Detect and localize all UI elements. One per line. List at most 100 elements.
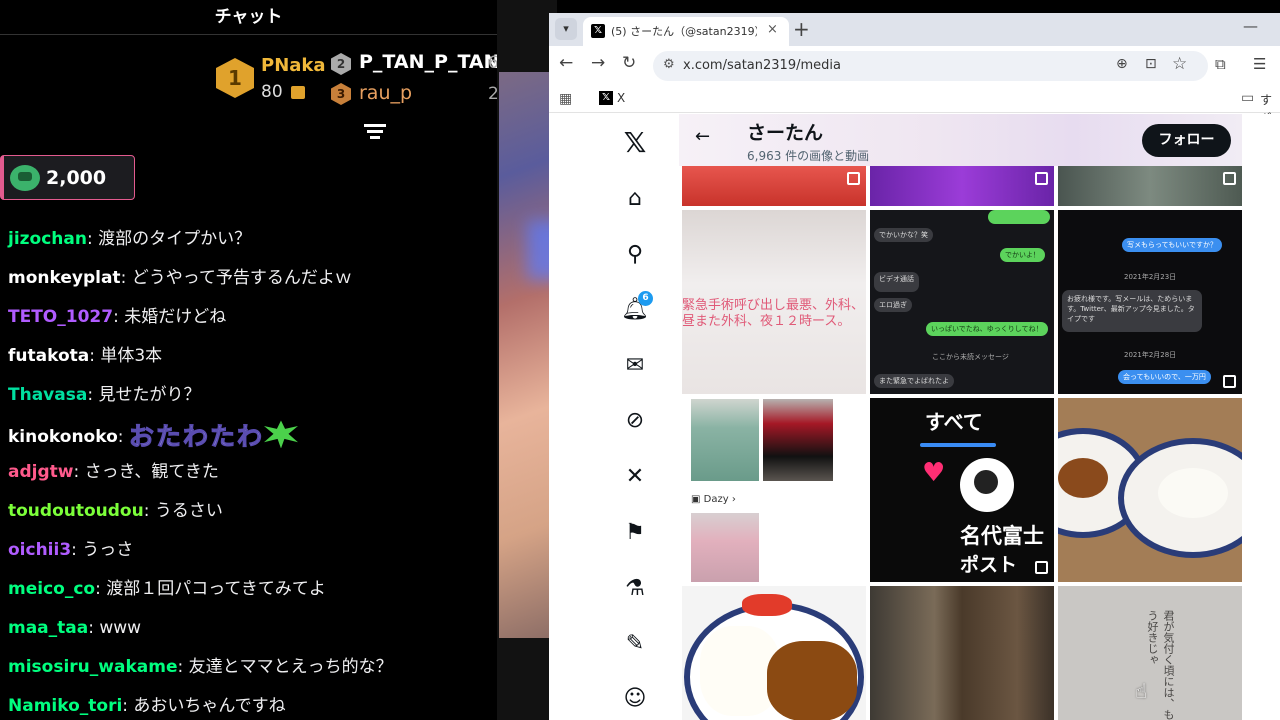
chat-bubble: エロ過ぎ bbox=[874, 298, 912, 312]
bookmarks-bar: ▦ 𝕏 X ▭ すべ bbox=[549, 85, 1280, 124]
pako-burst-icon[interactable] bbox=[263, 420, 298, 449]
bookmark-x-icon[interactable]: 𝕏 bbox=[599, 91, 613, 105]
chat-username[interactable]: monkeyplat bbox=[8, 268, 121, 288]
bookmarks-icon[interactable]: ⚑ bbox=[615, 512, 655, 552]
bookmark-star-icon[interactable]: ☆ bbox=[1172, 54, 1187, 74]
media-tile[interactable] bbox=[682, 166, 866, 206]
tile-heading: すべて bbox=[925, 410, 983, 434]
cheer-icon bbox=[10, 164, 40, 191]
reload-icon[interactable]: ↻ bbox=[622, 53, 636, 73]
chat-title: チャット bbox=[214, 7, 283, 27]
chat-message: adjgtw: さっき、観てきた bbox=[8, 459, 493, 498]
leaderboard-1-score: 80 bbox=[261, 82, 283, 102]
close-tab-icon[interactable]: × bbox=[767, 22, 778, 37]
leaderboard-1-name[interactable]: PNaka bbox=[261, 55, 326, 76]
media-tile[interactable] bbox=[870, 586, 1054, 720]
media-tile[interactable]: 君が気付く頃には、もう好きじゃ bbox=[1058, 586, 1242, 720]
chat-message-text: : さっき、観てきた bbox=[73, 462, 219, 483]
cheer-amount: 2,000 bbox=[46, 166, 107, 189]
chat-message-text: : 単体3本 bbox=[89, 345, 163, 366]
chat-bubble: 写メもらってもいいですか？ bbox=[1122, 238, 1222, 252]
media-tile[interactable]: でかいかな？笑 でかいよ！ ビデオ通話 エロ過ぎ いっぱいでたね、ゆっくりしてね… bbox=[870, 210, 1054, 394]
minimize-icon[interactable]: — bbox=[1243, 17, 1258, 35]
media-tile[interactable] bbox=[1058, 398, 1242, 582]
browser-toolbar: ← → ↻ ⚙ x.com/satan2319/media ⊕ ⊡ ☆ ⧉ ☰ bbox=[549, 46, 1280, 85]
back-arrow-icon[interactable]: ← bbox=[695, 126, 710, 147]
url-text[interactable]: x.com/satan2319/media bbox=[683, 58, 841, 73]
zoom-icon[interactable]: ⊕ bbox=[1116, 56, 1128, 72]
chat-emote[interactable]: た bbox=[155, 423, 181, 450]
collapse-leaderboard-icon[interactable] bbox=[363, 124, 387, 142]
leaderboard-3-name[interactable]: rau_p bbox=[359, 82, 412, 104]
chat-username[interactable]: TETO_1027 bbox=[8, 307, 113, 327]
media-tile[interactable]: ▣ Dazy › bbox=[682, 398, 866, 582]
tab-search-chevron-down-icon[interactable]: ▾ bbox=[555, 18, 577, 40]
address-bar[interactable]: ⚙ x.com/satan2319/media ⊕ ⊡ ☆ bbox=[653, 51, 1208, 81]
chat-emote[interactable]: お bbox=[128, 423, 154, 450]
chat-username[interactable]: futakota bbox=[8, 346, 89, 366]
chat-message: misosiru_wakame: 友達とママとえっち的な？ bbox=[8, 654, 493, 693]
chat-message: toudoutoudou: うるさい bbox=[8, 498, 493, 537]
jobs-flask-icon[interactable]: ⚗ bbox=[615, 568, 655, 608]
chat-username[interactable]: adjgtw bbox=[8, 462, 73, 482]
shop-logo bbox=[960, 458, 1014, 512]
x-premium-icon[interactable]: ✕ bbox=[615, 456, 655, 496]
multi-image-icon bbox=[1035, 172, 1048, 185]
chat-username[interactable]: jizochan bbox=[8, 229, 87, 249]
site-info-icon[interactable]: ⚙ bbox=[663, 57, 675, 72]
media-tile[interactable] bbox=[1058, 166, 1242, 206]
chat-username[interactable]: misosiru_wakame bbox=[8, 657, 177, 677]
search-icon[interactable]: ⚲ bbox=[615, 234, 655, 274]
chat-username[interactable]: meico_co bbox=[8, 579, 95, 599]
leaderboard-2-name[interactable]: P_TAN_P_TAN bbox=[359, 51, 497, 73]
leaderboard-3-score: 2 bbox=[488, 84, 497, 104]
chat-bubble: でかいかな？笑 bbox=[874, 228, 933, 242]
rank-3-badge: 3 bbox=[331, 83, 351, 105]
home-icon[interactable]: ⌂ bbox=[615, 178, 655, 218]
product-image bbox=[691, 399, 759, 481]
apps-grid-icon[interactable]: ▦ bbox=[559, 91, 572, 107]
media-tile[interactable]: 緊急手術呼び出し最悪、外科、昼また外科、夜１２時ース。 bbox=[682, 210, 866, 394]
media-tile[interactable]: 写メもらってもいいですか？ 2021年2月23日 お疲れ様です。写メールは、ため… bbox=[1058, 210, 1242, 394]
tab-x-profile[interactable]: 𝕏 (5) さーたん（@satan2319）さん × bbox=[583, 17, 789, 46]
multi-image-icon bbox=[847, 172, 860, 185]
chat-panel: チャット 1 PNaka 80 2 P_TAN_P_TAN 6 3 rau_p … bbox=[0, 0, 497, 720]
follow-button[interactable]: フォロー bbox=[1142, 124, 1231, 157]
hand-cursor-icon: ☝ bbox=[1135, 679, 1148, 703]
chat-emote[interactable]: わ bbox=[182, 423, 208, 450]
chat-emote[interactable]: た bbox=[209, 423, 235, 450]
forward-arrow-icon[interactable]: → bbox=[591, 53, 605, 73]
media-tile[interactable]: すべて ♥ 名代富士 ポスト bbox=[870, 398, 1054, 582]
chat-username[interactable]: kinokonoko bbox=[8, 427, 118, 447]
extensions-icon[interactable]: ⧉ bbox=[1215, 55, 1226, 73]
chat-message-text: : 未婚だけどね bbox=[113, 306, 227, 327]
chat-username[interactable]: toudoutoudou bbox=[8, 501, 144, 521]
media-tile[interactable] bbox=[870, 166, 1054, 206]
chat-username[interactable]: Namiko_tori bbox=[8, 696, 122, 716]
chat-username[interactable]: maa_taa bbox=[8, 618, 88, 638]
new-tab-plus-icon[interactable]: + bbox=[793, 17, 810, 41]
bookmark-x-label[interactable]: X bbox=[617, 91, 625, 105]
cheer-pinned[interactable]: 2,000 bbox=[0, 155, 135, 200]
compose-icon[interactable]: ✎ bbox=[615, 623, 655, 663]
back-arrow-icon[interactable]: ← bbox=[559, 53, 573, 73]
browser-menu-icon[interactable]: ☰ bbox=[1253, 55, 1266, 73]
chat-message-text: : 渡部のタイプかい？ bbox=[86, 229, 252, 249]
profile-icon[interactable]: ☺ bbox=[615, 678, 655, 718]
grok-icon[interactable]: ⊘ bbox=[615, 400, 655, 440]
chat-date: 2021年2月23日 bbox=[1124, 273, 1177, 281]
chat-username[interactable]: oichii3 bbox=[8, 540, 71, 560]
install-app-icon[interactable]: ⊡ bbox=[1145, 56, 1157, 72]
messages-mail-icon[interactable]: ✉ bbox=[615, 345, 655, 385]
rank-2-badge: 2 bbox=[331, 53, 351, 75]
multi-image-icon bbox=[1223, 375, 1236, 388]
chat-emote[interactable]: わ bbox=[236, 423, 262, 450]
x-logo-icon[interactable]: 𝕏 bbox=[615, 122, 655, 162]
media-tile[interactable] bbox=[682, 586, 866, 720]
product-image bbox=[763, 399, 833, 481]
notifications-bell-icon[interactable]: 🔔︎ 6 bbox=[615, 289, 655, 329]
folder-icon[interactable]: ▭ bbox=[1241, 90, 1254, 106]
chat-message: TETO_1027: 未婚だけどね bbox=[8, 304, 493, 343]
chat-username[interactable]: Thavasa bbox=[8, 385, 87, 405]
stream-video bbox=[497, 0, 557, 720]
